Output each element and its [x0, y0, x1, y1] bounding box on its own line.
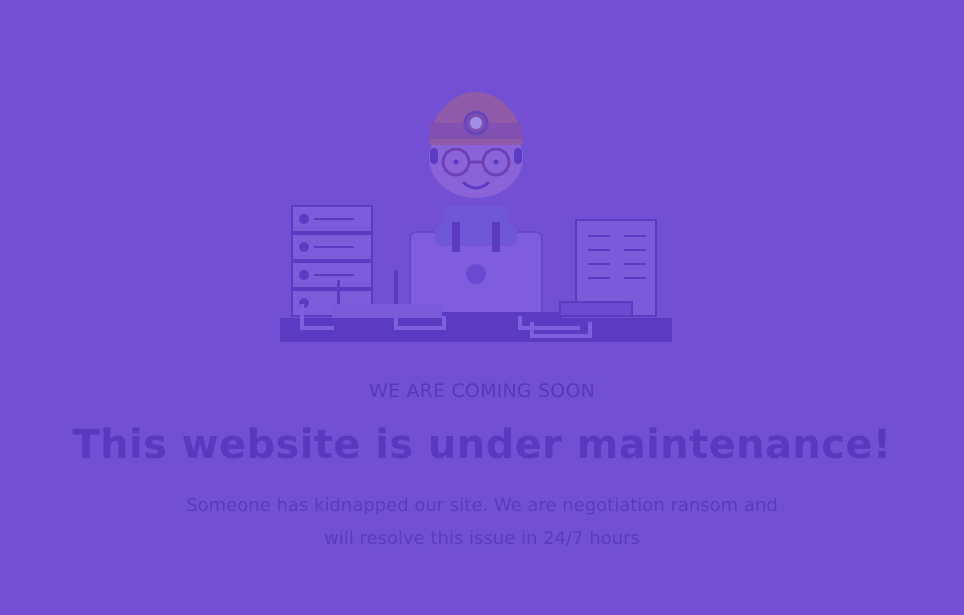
coming-soon-label: WE ARE COMING SOON — [368, 380, 596, 402]
page-title: This website is under maintenance! — [72, 422, 892, 468]
maintenance-page: WE ARE COMING SOON This website is under… — [0, 0, 964, 615]
worker-icon — [429, 92, 523, 252]
network-server-icon — [559, 219, 657, 317]
maintenance-illustration — [280, 92, 672, 342]
maintenance-message: Someone has kidnapped our site. We are n… — [186, 495, 778, 549]
server-rack-icon — [291, 205, 373, 317]
